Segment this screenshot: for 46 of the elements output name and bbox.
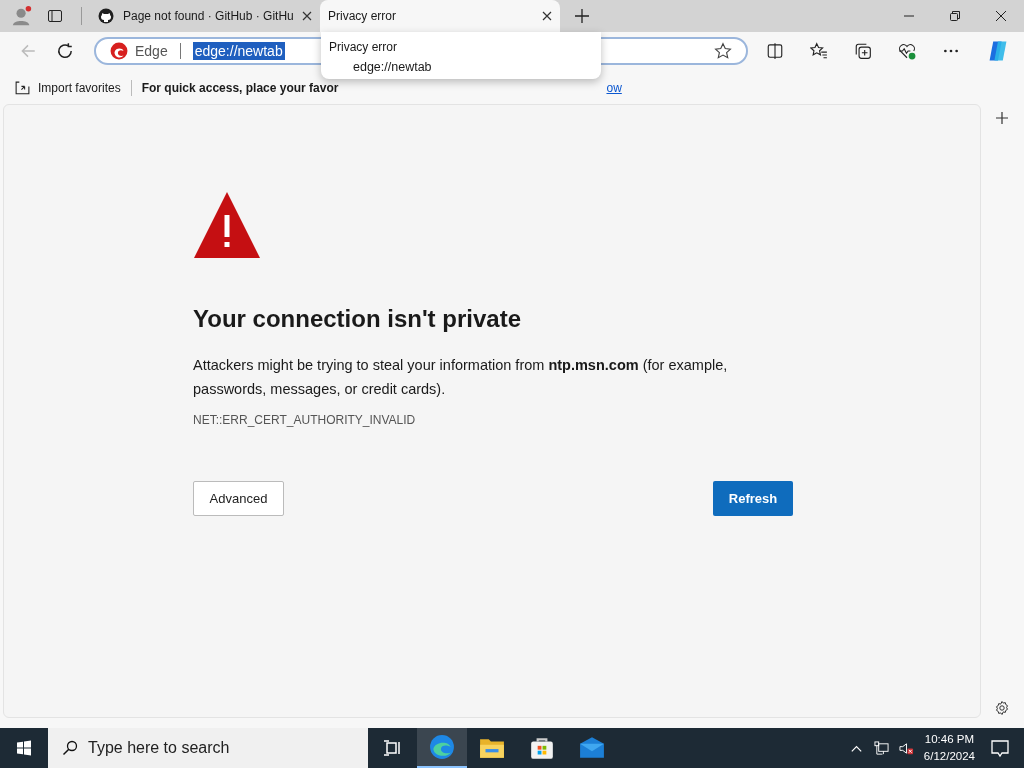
- import-favorites-button[interactable]: Import favorites: [14, 79, 121, 97]
- error-message: Attackers might be trying to steal your information from ntp.msn.com (for example, passwords, messages, or credit cards).: [193, 356, 729, 399]
- favorites-hint: For quick access, place your favor: [141, 81, 339, 95]
- shopping-bag-icon: [529, 735, 555, 761]
- favorites-icon[interactable]: [810, 42, 828, 60]
- volume-muted-icon[interactable]: [898, 740, 914, 756]
- restore-icon[interactable]: [949, 10, 961, 22]
- envelope-icon: [579, 735, 605, 761]
- close-icon[interactable]: [542, 11, 552, 21]
- star-icon[interactable]: [714, 42, 732, 60]
- collections-icon[interactable]: [854, 42, 872, 60]
- browser-tab[interactable]: Page not found · GitHub · GitHu: [90, 0, 320, 32]
- site-label: Edge: [135, 43, 168, 59]
- tab-preview-title: Privacy error: [329, 40, 398, 54]
- add-icon[interactable]: [994, 110, 1010, 126]
- refresh-button[interactable]: Refresh: [713, 481, 793, 516]
- github-icon: [98, 8, 114, 24]
- notifications-icon[interactable]: [990, 738, 1010, 758]
- url-text: edge://newtab: [192, 42, 285, 60]
- new-tab-icon[interactable]: [574, 8, 590, 24]
- advanced-button[interactable]: Advanced: [193, 481, 284, 516]
- tab-actions-icon[interactable]: [47, 8, 63, 24]
- favorites-link[interactable]: ow: [606, 81, 622, 95]
- close-icon[interactable]: [302, 11, 312, 21]
- clock-date[interactable]: 6/12/2024: [923, 748, 975, 765]
- windows-start-icon[interactable]: [16, 740, 32, 756]
- network-icon[interactable]: [873, 740, 889, 756]
- edge-taskbar-button[interactable]: [417, 728, 467, 768]
- task-view-icon[interactable]: [382, 738, 402, 758]
- search-icon: [62, 740, 78, 756]
- edge-icon: [429, 734, 455, 760]
- error-code: NET::ERR_CERT_AUTHORITY_INVALID: [193, 413, 417, 427]
- split-screen-icon[interactable]: [766, 42, 784, 60]
- warning-icon: [193, 191, 261, 259]
- heartbeat-icon[interactable]: [898, 42, 916, 60]
- close-icon[interactable]: [995, 10, 1007, 22]
- error-heading: Your connection isn't private: [193, 305, 522, 333]
- taskbar-search-field[interactable]: Type here to search: [48, 728, 368, 768]
- clock-time[interactable]: 10:46 PM: [924, 731, 975, 748]
- browser-tab[interactable]: Privacy error: [320, 0, 560, 32]
- profile-icon[interactable]: [11, 5, 33, 27]
- edge-logo-icon: [110, 42, 128, 60]
- settings-icon[interactable]: [994, 700, 1010, 716]
- tab-preview-url: edge://newtab: [353, 60, 433, 74]
- refresh-icon[interactable]: [56, 42, 74, 60]
- import-icon: [14, 79, 31, 97]
